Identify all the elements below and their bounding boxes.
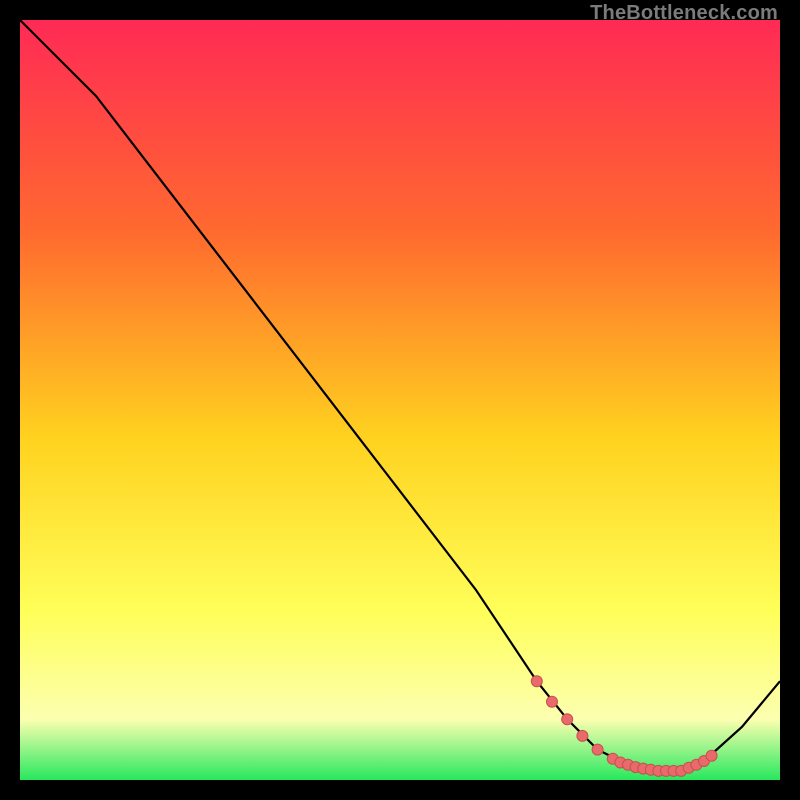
watermark-text: TheBottleneck.com — [590, 2, 778, 25]
trough-marker — [706, 750, 717, 761]
trough-marker — [577, 730, 588, 741]
trough-marker — [531, 676, 542, 687]
trough-marker — [592, 744, 603, 755]
plot-area — [20, 20, 780, 780]
curve-layer — [20, 20, 780, 780]
trough-marker — [562, 714, 573, 725]
trough-markers — [531, 676, 717, 777]
bottleneck-curve — [20, 20, 780, 771]
trough-marker — [547, 696, 558, 707]
chart-stage: TheBottleneck.com — [0, 0, 800, 800]
